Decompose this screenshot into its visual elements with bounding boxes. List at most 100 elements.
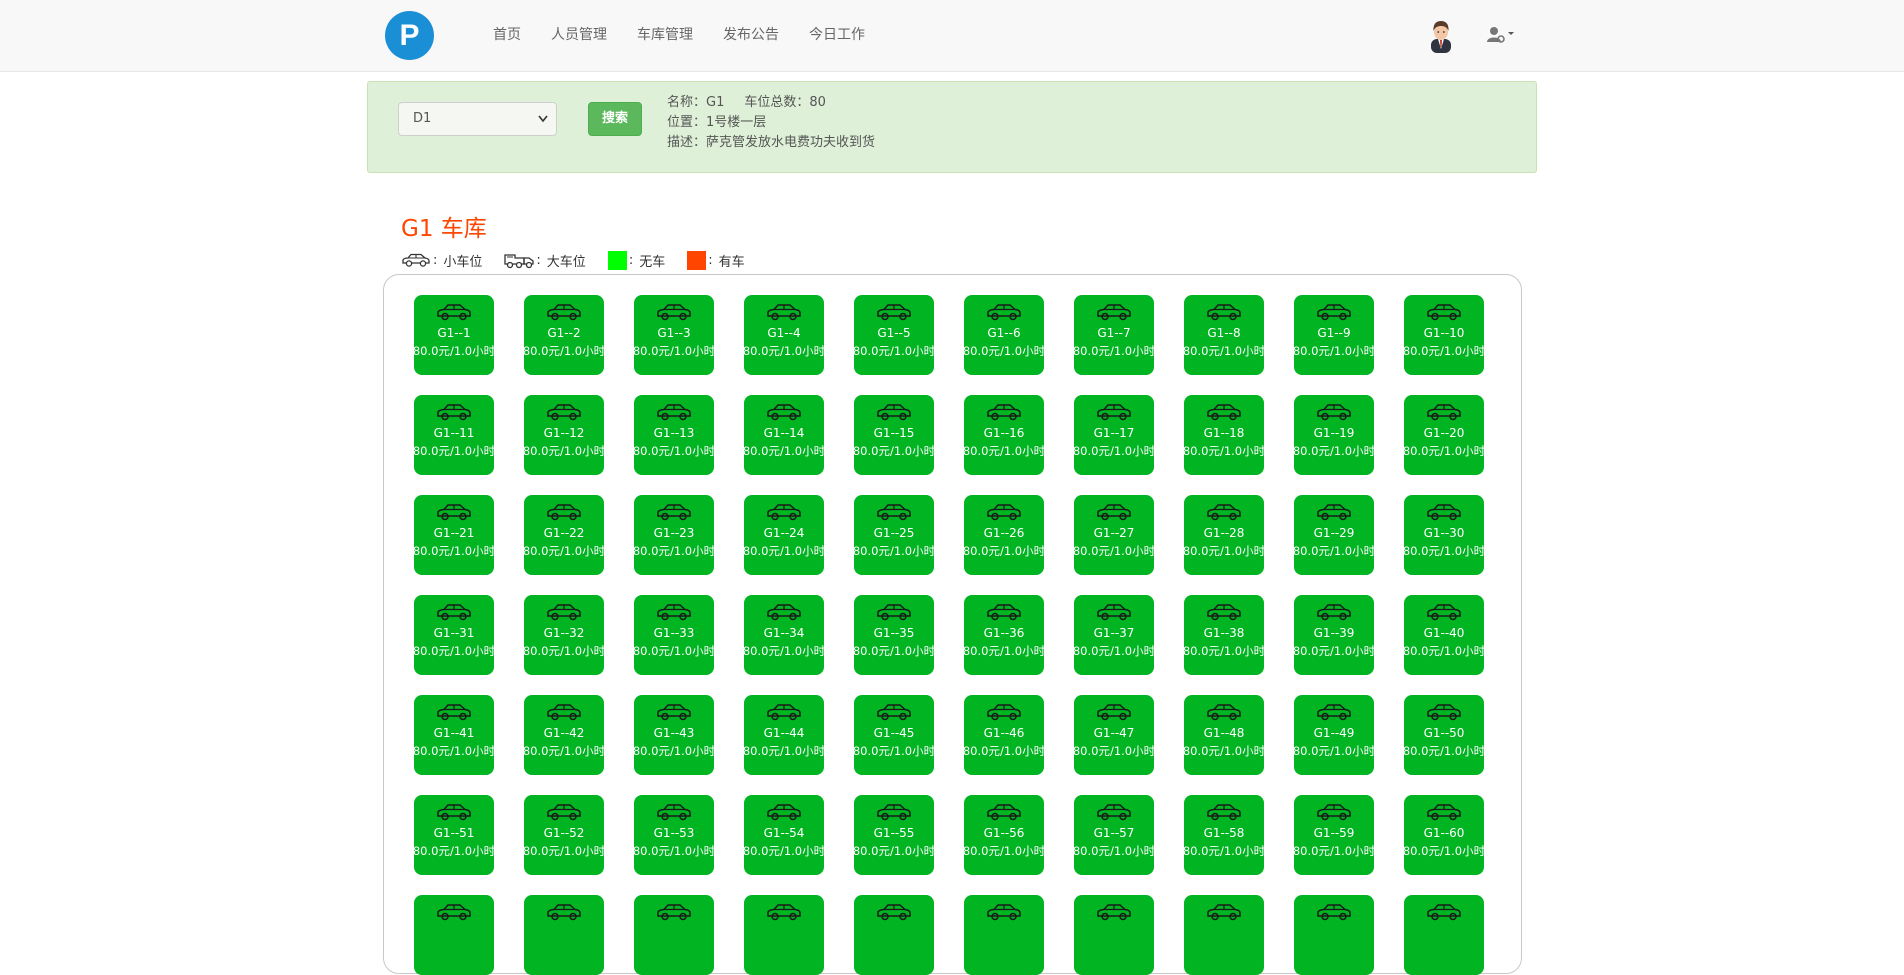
spot-name: G1--33 xyxy=(653,626,695,640)
parking-spot[interactable]: G1--34 80.0元/1.0小时 xyxy=(744,595,824,675)
small-car-icon xyxy=(1317,604,1351,621)
parking-spot[interactable]: G1--31 80.0元/1.0小时 xyxy=(414,595,494,675)
nav-link-today-work[interactable]: 今日工作 xyxy=(794,0,880,72)
nav-link-garage[interactable]: 车库管理 xyxy=(622,0,708,72)
parking-spot[interactable]: G1--55 80.0元/1.0小时 xyxy=(854,795,934,875)
small-car-icon xyxy=(437,904,471,921)
parking-spot[interactable]: G1--46 80.0元/1.0小时 xyxy=(964,695,1044,775)
parking-spot[interactable]: G1--19 80.0元/1.0小时 xyxy=(1294,395,1374,475)
parking-spot[interactable] xyxy=(1404,895,1484,975)
spot-price: 80.0元/1.0小时 xyxy=(634,744,714,758)
parking-spot[interactable]: G1--40 80.0元/1.0小时 xyxy=(1404,595,1484,675)
parking-spot[interactable]: G1--23 80.0元/1.0小时 xyxy=(634,495,714,575)
parking-spot[interactable]: G1--37 80.0元/1.0小时 xyxy=(1074,595,1154,675)
parking-spot[interactable] xyxy=(1294,895,1374,975)
spot-name: G1--21 xyxy=(433,526,475,540)
parking-spot[interactable] xyxy=(854,895,934,975)
parking-spot[interactable]: G1--35 80.0元/1.0小时 xyxy=(854,595,934,675)
garage-select[interactable]: D1 xyxy=(398,102,557,136)
parking-spot[interactable]: G1--53 80.0元/1.0小时 xyxy=(634,795,714,875)
parking-spot[interactable]: G1--25 80.0元/1.0小时 xyxy=(854,495,934,575)
parking-spot[interactable]: G1--41 80.0元/1.0小时 xyxy=(414,695,494,775)
user-avatar[interactable] xyxy=(1427,19,1455,53)
spot-name: G1--53 xyxy=(653,826,695,840)
parking-spot[interactable]: G1--39 80.0元/1.0小时 xyxy=(1294,595,1374,675)
parking-spot[interactable]: G1--22 80.0元/1.0小时 xyxy=(524,495,604,575)
parking-spot[interactable] xyxy=(634,895,714,975)
parking-spot[interactable]: G1--32 80.0元/1.0小时 xyxy=(524,595,604,675)
occupied-color-swatch xyxy=(687,250,707,270)
parking-spot[interactable]: G1--20 80.0元/1.0小时 xyxy=(1404,395,1484,475)
parking-spot[interactable]: G1--33 80.0元/1.0小时 xyxy=(634,595,714,675)
parking-spot[interactable]: G1--14 80.0元/1.0小时 xyxy=(744,395,824,475)
parking-spot[interactable]: G1--29 80.0元/1.0小时 xyxy=(1294,495,1374,575)
garage-name-label: 名称： xyxy=(667,95,707,110)
parking-spot[interactable]: G1--9 80.0元/1.0小时 xyxy=(1294,295,1374,375)
spot-price: 80.0元/1.0小时 xyxy=(524,744,604,758)
spot-name: G1--2 xyxy=(547,326,581,340)
parking-spot[interactable]: G1--50 80.0元/1.0小时 xyxy=(1404,695,1484,775)
legend-separator: : xyxy=(708,252,713,268)
parking-spot[interactable]: G1--56 80.0元/1.0小时 xyxy=(964,795,1044,875)
small-car-icon xyxy=(1427,504,1461,521)
parking-spot[interactable]: G1--54 80.0元/1.0小时 xyxy=(744,795,824,875)
parking-logo[interactable]: P xyxy=(385,11,434,60)
nav-link-home[interactable]: 首页 xyxy=(478,0,536,72)
parking-spot[interactable]: G1--26 80.0元/1.0小时 xyxy=(964,495,1044,575)
parking-spot[interactable]: G1--43 80.0元/1.0小时 xyxy=(634,695,714,775)
parking-spot[interactable]: G1--7 80.0元/1.0小时 xyxy=(1074,295,1154,375)
parking-spot[interactable]: G1--45 80.0元/1.0小时 xyxy=(854,695,934,775)
parking-spot[interactable] xyxy=(414,895,494,975)
parking-spot[interactable]: G1--11 80.0元/1.0小时 xyxy=(414,395,494,475)
parking-spot[interactable]: G1--21 80.0元/1.0小时 xyxy=(414,495,494,575)
parking-spot[interactable]: G1--27 80.0元/1.0小时 xyxy=(1074,495,1154,575)
parking-spot[interactable]: G1--6 80.0元/1.0小时 xyxy=(964,295,1044,375)
parking-spot[interactable]: G1--48 80.0元/1.0小时 xyxy=(1184,695,1264,775)
parking-spot[interactable] xyxy=(744,895,824,975)
parking-spot[interactable]: G1--44 80.0元/1.0小时 xyxy=(744,695,824,775)
parking-spot[interactable]: G1--17 80.0元/1.0小时 xyxy=(1074,395,1154,475)
parking-spot[interactable]: G1--60 80.0元/1.0小时 xyxy=(1404,795,1484,875)
nav-link-staff[interactable]: 人员管理 xyxy=(536,0,622,72)
parking-spot[interactable]: G1--15 80.0元/1.0小时 xyxy=(854,395,934,475)
parking-spot[interactable]: G1--16 80.0元/1.0小时 xyxy=(964,395,1044,475)
parking-spot[interactable]: G1--28 80.0元/1.0小时 xyxy=(1184,495,1264,575)
parking-spot[interactable]: G1--52 80.0元/1.0小时 xyxy=(524,795,604,875)
user-settings-dropdown[interactable] xyxy=(1486,24,1518,46)
parking-spot[interactable]: G1--5 80.0元/1.0小时 xyxy=(854,295,934,375)
parking-spot[interactable]: G1--1 80.0元/1.0小时 xyxy=(414,295,494,375)
spot-name: G1--37 xyxy=(1093,626,1135,640)
spot-name: G1--44 xyxy=(763,726,805,740)
parking-spot[interactable]: G1--59 80.0元/1.0小时 xyxy=(1294,795,1374,875)
spot-name: G1--19 xyxy=(1313,426,1355,440)
parking-spot[interactable]: G1--47 80.0元/1.0小时 xyxy=(1074,695,1154,775)
parking-spot[interactable]: G1--57 80.0元/1.0小时 xyxy=(1074,795,1154,875)
parking-spot[interactable]: G1--58 80.0元/1.0小时 xyxy=(1184,795,1264,875)
parking-spot[interactable]: G1--42 80.0元/1.0小时 xyxy=(524,695,604,775)
parking-spot[interactable]: G1--36 80.0元/1.0小时 xyxy=(964,595,1044,675)
nav-link-announcement[interactable]: 发布公告 xyxy=(708,0,794,72)
parking-spot[interactable]: G1--51 80.0元/1.0小时 xyxy=(414,795,494,875)
parking-spot[interactable]: G1--12 80.0元/1.0小时 xyxy=(524,395,604,475)
parking-spot[interactable]: G1--38 80.0元/1.0小时 xyxy=(1184,595,1264,675)
parking-spot[interactable] xyxy=(964,895,1044,975)
parking-spot[interactable] xyxy=(1184,895,1264,975)
spot-name: G1--52 xyxy=(543,826,585,840)
parking-spot[interactable]: G1--13 80.0元/1.0小时 xyxy=(634,395,714,475)
parking-spot[interactable]: G1--4 80.0元/1.0小时 xyxy=(744,295,824,375)
small-car-icon xyxy=(877,604,911,621)
parking-spot[interactable] xyxy=(1074,895,1154,975)
parking-spot[interactable]: G1--24 80.0元/1.0小时 xyxy=(744,495,824,575)
spot-name: G1--12 xyxy=(543,426,585,440)
parking-spot[interactable]: G1--8 80.0元/1.0小时 xyxy=(1184,295,1264,375)
parking-spot[interactable]: G1--49 80.0元/1.0小时 xyxy=(1294,695,1374,775)
parking-spot[interactable]: G1--3 80.0元/1.0小时 xyxy=(634,295,714,375)
parking-spot[interactable]: G1--2 80.0元/1.0小时 xyxy=(524,295,604,375)
parking-spot[interactable] xyxy=(524,895,604,975)
search-button[interactable]: 搜索 xyxy=(588,102,642,136)
spot-name: G1--24 xyxy=(763,526,805,540)
parking-spot[interactable]: G1--30 80.0元/1.0小时 xyxy=(1404,495,1484,575)
parking-spot[interactable]: G1--10 80.0元/1.0小时 xyxy=(1404,295,1484,375)
small-car-icon xyxy=(1207,404,1241,421)
parking-spot[interactable]: G1--18 80.0元/1.0小时 xyxy=(1184,395,1264,475)
